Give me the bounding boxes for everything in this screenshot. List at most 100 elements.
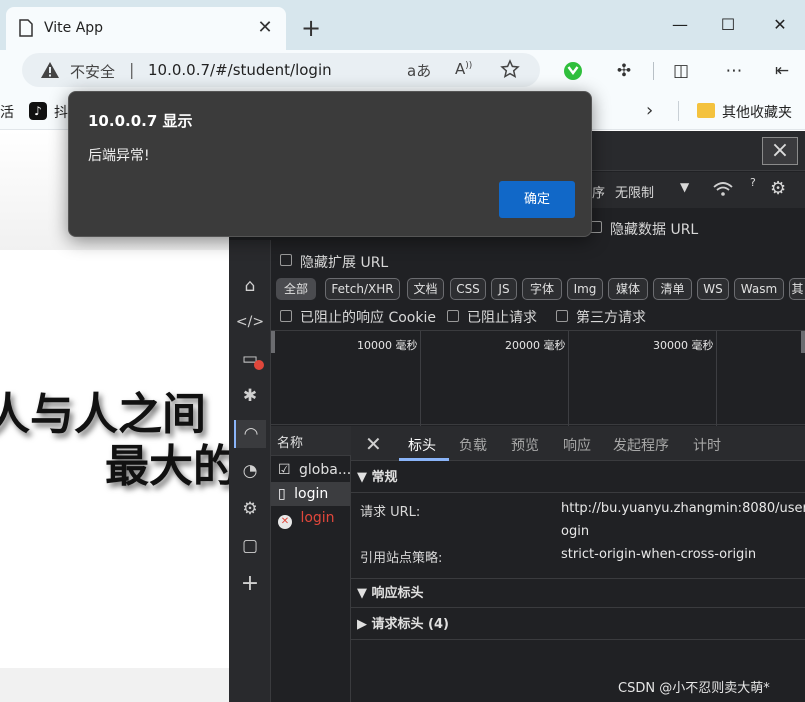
- filter-css[interactable]: CSS: [450, 278, 486, 300]
- filter-font[interactable]: 字体: [522, 278, 562, 300]
- address-separator: |: [129, 60, 135, 79]
- filter-wasm[interactable]: Wasm: [734, 278, 784, 300]
- add-tool-icon[interactable]: +: [234, 570, 266, 598]
- application-icon[interactable]: ▢: [234, 532, 266, 560]
- gear-icon[interactable]: ⚙: [770, 178, 786, 199]
- hide-extension-url-label: 隐藏扩展 URL: [300, 255, 389, 271]
- request-url-value: http://bu.yuanyu.zhangmin:8080/user/l: [561, 501, 805, 516]
- console-icon[interactable]: ▭: [234, 345, 266, 373]
- browser-tab[interactable]: Vite App ✕: [6, 7, 286, 50]
- more-options-icon[interactable]: ⋯: [720, 58, 748, 84]
- bookmark-item[interactable]: 抖: [54, 102, 68, 122]
- timeline-handle-right[interactable]: [801, 331, 805, 353]
- request-name: login: [300, 510, 335, 526]
- third-party-checkbox[interactable]: [556, 310, 568, 322]
- request-headers-section[interactable]: ▶ 请求标头 (4): [351, 610, 805, 640]
- other-bookmarks[interactable]: 其他收藏夹: [722, 102, 792, 122]
- help-icon[interactable]: ?: [750, 176, 756, 189]
- general-section-header[interactable]: ▼ 常规: [351, 463, 805, 493]
- filter-fetch-xhr[interactable]: Fetch/XHR: [325, 278, 400, 300]
- page-icon: [19, 19, 33, 37]
- network-timeline[interactable]: 10000 毫秒 20000 毫秒 30000 毫秒: [271, 330, 805, 426]
- request-row-selected[interactable]: ▯ login: [271, 482, 350, 506]
- bookmarks-divider: [678, 101, 679, 121]
- timeline-gridline: [716, 331, 717, 426]
- watermark: CSDN @小不忍则卖大萌*: [618, 681, 770, 696]
- tab-close-button[interactable]: ✕: [254, 17, 276, 39]
- tab-initiator[interactable]: 发起程序: [613, 435, 669, 455]
- dialog-message: 后端异常!: [88, 148, 150, 164]
- filter-doc[interactable]: 文档: [407, 278, 444, 300]
- tab-response[interactable]: 响应: [563, 435, 591, 455]
- split-screen-icon[interactable]: ◫: [667, 58, 695, 84]
- filter-js[interactable]: JS: [491, 278, 517, 300]
- extensions-puzzle-icon[interactable]: ✣: [610, 58, 638, 84]
- timeline-handle-left[interactable]: [271, 331, 275, 353]
- throttle-select[interactable]: 无限制: [615, 182, 654, 201]
- new-tab-button[interactable]: +: [296, 14, 326, 44]
- bookmark-item[interactable]: 活: [0, 102, 14, 122]
- filter-media[interactable]: 媒体: [608, 278, 648, 300]
- blocked-cookies-checkbox[interactable]: [280, 310, 292, 322]
- request-row-error[interactable]: ✕ login: [271, 506, 350, 530]
- extension-icon[interactable]: [563, 61, 583, 81]
- home-icon[interactable]: ⌂: [234, 272, 266, 300]
- favorite-star-icon[interactable]: [500, 59, 520, 79]
- address-bar[interactable]: 不安全 | 10.0.0.7/#/student/login aあ A)): [22, 53, 540, 87]
- close-icon[interactable]: ×: [762, 137, 798, 165]
- security-status[interactable]: 不安全: [70, 61, 115, 82]
- timeline-gridline: [420, 331, 421, 426]
- network-conditions-icon[interactable]: [712, 180, 734, 198]
- tiktok-icon[interactable]: ♪: [29, 102, 47, 120]
- throttle-label: 序: [592, 186, 606, 201]
- tab-headers[interactable]: 标头: [408, 435, 436, 455]
- calligraphy-line-2: 最大的: [105, 441, 237, 492]
- document-icon: ☑: [278, 462, 291, 478]
- tab-timing[interactable]: 计时: [693, 435, 721, 455]
- minimize-button[interactable]: —: [660, 10, 700, 40]
- third-party-label: 第三方请求: [576, 310, 646, 326]
- page-footer-area: [0, 668, 229, 702]
- network-icon[interactable]: ◠: [234, 420, 266, 448]
- error-badge: [254, 360, 264, 370]
- alert-dialog: 10.0.0.7 显示 后端异常! 确定: [68, 91, 592, 237]
- request-list-header[interactable]: 名称: [271, 426, 351, 456]
- close-detail-icon[interactable]: ✕: [365, 432, 382, 456]
- name-column-header: 名称: [277, 436, 304, 451]
- tab-preview[interactable]: 预览: [511, 435, 539, 455]
- sidebar-toggle-icon[interactable]: ⇤: [768, 58, 796, 84]
- read-aloud-icon[interactable]: aあ: [407, 60, 431, 81]
- request-row[interactable]: ☑ globa...: [271, 458, 350, 482]
- request-url-value-cont: ogin: [561, 524, 590, 539]
- filter-img[interactable]: Img: [567, 278, 603, 300]
- close-window-button[interactable]: ✕: [760, 10, 800, 40]
- maximize-button[interactable]: ☐: [708, 10, 748, 40]
- blocked-requests-checkbox[interactable]: [447, 310, 459, 322]
- error-icon: ✕: [278, 515, 292, 529]
- chevron-right-icon[interactable]: ›: [646, 100, 653, 121]
- filter-ws[interactable]: WS: [697, 278, 729, 300]
- hide-data-url-label: 隐藏数据 URL: [610, 222, 699, 238]
- filter-other[interactable]: 其: [789, 278, 805, 300]
- folder-icon[interactable]: [697, 103, 715, 118]
- memory-icon[interactable]: ⚙: [234, 495, 266, 523]
- bug-icon[interactable]: ✱: [234, 382, 266, 410]
- dropdown-arrow-icon[interactable]: ▼: [680, 180, 689, 194]
- timeline-label: 10000 毫秒: [357, 339, 418, 352]
- immersive-reader-icon[interactable]: A)): [455, 60, 472, 78]
- ok-button[interactable]: 确定: [499, 181, 575, 218]
- response-headers-section[interactable]: ▼ 响应标头: [351, 578, 805, 608]
- referrer-policy-label: 引用站点策略:: [360, 551, 443, 566]
- request-name: globa...: [299, 462, 350, 478]
- request-url-label: 请求 URL:: [360, 505, 421, 520]
- hide-extension-url-checkbox[interactable]: [280, 254, 292, 266]
- filter-all[interactable]: 全部: [276, 278, 316, 300]
- tab-payload[interactable]: 负载: [459, 435, 487, 455]
- warning-icon[interactable]: [40, 61, 60, 79]
- filter-manifest[interactable]: 清单: [653, 278, 692, 300]
- blocked-cookies-label: 已阻止的响应 Cookie: [300, 310, 436, 326]
- elements-icon[interactable]: </>: [234, 308, 266, 336]
- url-text[interactable]: 10.0.0.7/#/student/login: [148, 61, 332, 79]
- tab-title: Vite App: [44, 20, 104, 36]
- performance-icon[interactable]: ◔: [234, 457, 266, 485]
